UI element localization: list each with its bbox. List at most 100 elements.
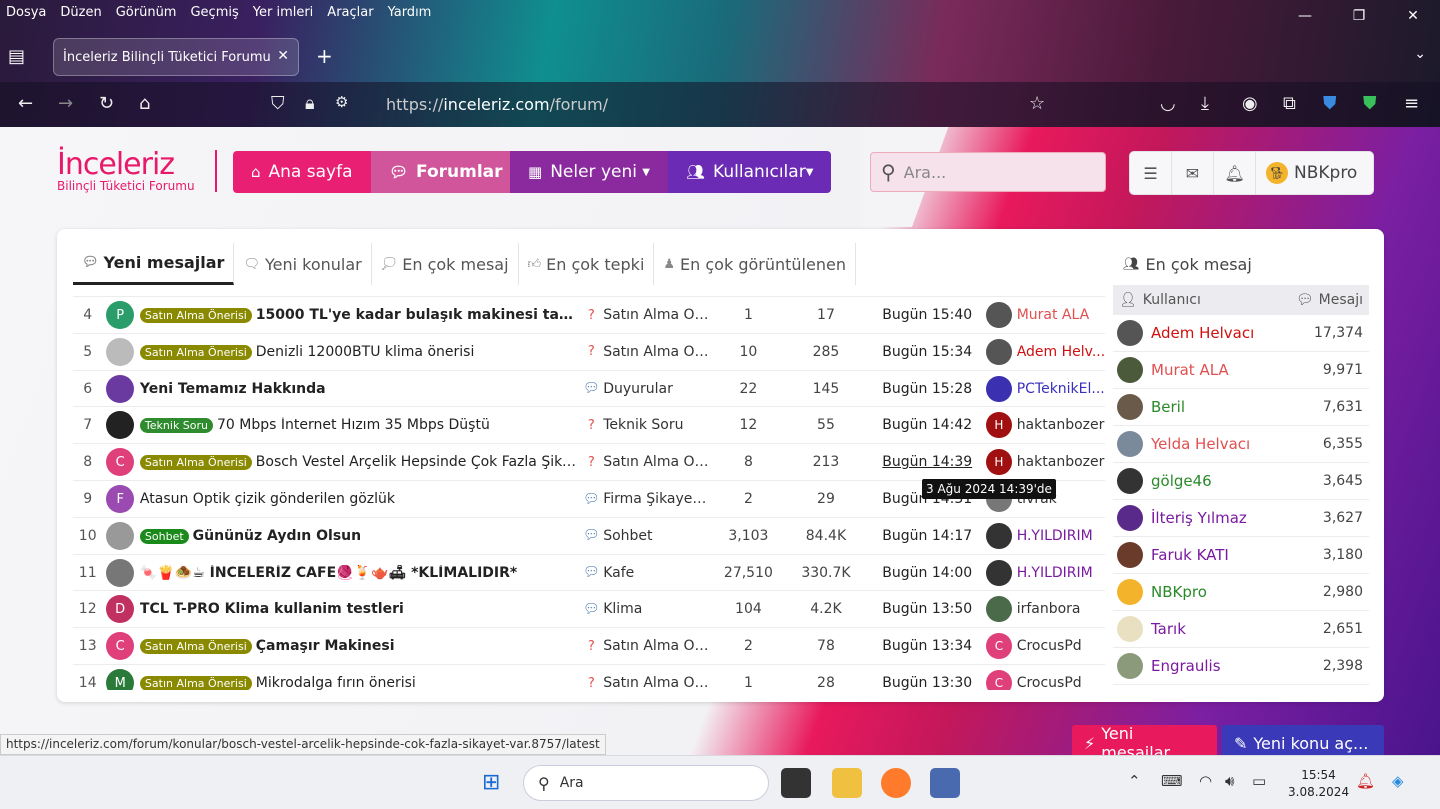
avatar[interactable]: P (106, 301, 134, 329)
forum-link[interactable]: Satın Alma Ön... (603, 675, 709, 690)
avatar[interactable]: D (106, 595, 134, 624)
avatar[interactable]: C (106, 632, 134, 661)
last-post-date[interactable]: Bugün 15:40 (864, 307, 972, 323)
clock[interactable]: 15:54 3.08.2024 (1288, 767, 1349, 801)
nav-home[interactable]: ⌂ Ana sayfa (233, 151, 371, 193)
last-post-date[interactable]: Bugün 14:00 (864, 565, 972, 581)
avatar[interactable] (106, 521, 134, 550)
wifi-icon[interactable]: ◠ (1199, 772, 1212, 790)
windows-start-icon[interactable]: ⊞ (482, 770, 500, 795)
menu-item[interactable]: Dosya (6, 5, 46, 20)
new-posts-button[interactable]: ⚡︎ Yeni mesajlar (1072, 724, 1217, 755)
menu-item[interactable]: Görünüm (116, 5, 177, 20)
forum-link[interactable]: Duyurular (603, 381, 709, 397)
thread-title-text[interactable]: Çamaşır Makinesi (256, 638, 395, 654)
close-icon[interactable]: ✕ (1386, 0, 1440, 32)
keyboard-icon[interactable]: ⌨ (1161, 772, 1183, 790)
tab-most-replies[interactable]: 💭︎ En çok mesaj (372, 243, 519, 285)
download-icon[interactable]: ⤓ (1201, 93, 1209, 114)
thread-row[interactable]: 6 Yeni Temamız Hakkında 💬︎ Duyurular 22 145 Bu… (73, 369, 1105, 407)
notification-bell-icon[interactable]: 🔔︎ (1356, 772, 1375, 790)
avatar[interactable] (1117, 394, 1143, 420)
forum-link[interactable]: Satın Alma Ön... (603, 344, 709, 360)
inbox-icon[interactable]: ✉ (1172, 151, 1214, 195)
sidebar-user-row[interactable]: İlteriş Yılmaz 3,627 (1113, 500, 1369, 537)
forum-link[interactable]: Sohbet (603, 528, 709, 544)
menu-item[interactable]: Yer imleri (253, 5, 314, 20)
avatar[interactable] (106, 374, 134, 403)
thread-title[interactable]: Yeni Temamız Hakkında (140, 381, 580, 397)
caret-down-icon[interactable]: ▼ (642, 167, 650, 178)
avatar[interactable]: C (106, 448, 134, 477)
forward-icon[interactable]: → (58, 93, 73, 114)
avatar[interactable] (106, 411, 134, 440)
forum-link[interactable]: Teknik Soru (603, 417, 709, 433)
firefox-icon[interactable] (881, 768, 911, 798)
avatar[interactable] (106, 558, 134, 587)
thread-title[interactable]: Satın Alma Önerisi Mikrodalga fırın öneri… (139, 675, 580, 690)
thread-title-text[interactable]: Yeni Temamız Hakkında (140, 381, 326, 397)
back-icon[interactable]: ← (18, 93, 33, 114)
file-explorer-icon[interactable] (832, 768, 862, 798)
thread-row[interactable]: 12 D TCL T-PRO Klima kullanim testleri 💬︎ Kl… (73, 590, 1105, 627)
restore-icon[interactable]: ❐ (1332, 0, 1386, 32)
thread-title[interactable]: 🍬🍟🧆☕ İNCELERİZ CAFE🧶🍹🫖🛋 *KLİMALIDIR* (140, 565, 580, 581)
chevron-down-icon[interactable]: ⌄ (1414, 46, 1426, 62)
last-post-date[interactable]: Bugün 14:42 (864, 417, 972, 433)
last-poster-avatar[interactable] (986, 375, 1012, 402)
bookmark-star-icon[interactable]: ☆ (1029, 93, 1045, 114)
last-poster-name[interactable]: haktanbozer (1017, 454, 1105, 470)
last-post-date[interactable]: Bugün 13:30 (864, 675, 972, 690)
new-tab-icon[interactable]: + (316, 44, 333, 68)
last-poster-name[interactable]: haktanbozer (1017, 417, 1105, 433)
tab-most-reactions[interactable]: 👍︎ En çok tepki (519, 243, 655, 285)
thread-title[interactable]: Satın Alma Önerisi 15000 TL'ye kadar bula… (139, 307, 580, 323)
forum-link[interactable]: Firma Şikayetl... (603, 491, 709, 507)
thread-row[interactable]: 11 🍬🍟🧆☕ İNCELERİZ CAFE🧶🍹🫖🛋 *KLİMALIDIR* 💬︎… (73, 553, 1105, 591)
thread-title-text[interactable]: Bosch Vestel Arçelik Hepsinde Çok Fazla … (256, 454, 580, 470)
site-logo[interactable]: İnceleriz Bilinçli Tüketici Forumu (57, 147, 195, 193)
taskbar-search[interactable]: ⚲ Ara (523, 765, 769, 801)
last-poster-name[interactable]: CrocusPd (1017, 675, 1105, 690)
avatar[interactable] (106, 337, 134, 366)
volume-icon[interactable]: 🔊︎ (1225, 772, 1234, 790)
last-poster-name[interactable]: Adem Helv... (1017, 344, 1105, 360)
sidebar-user-row[interactable]: Faruk KATI 3,180 (1113, 537, 1369, 574)
thread-prefix[interactable]: Teknik Soru (139, 418, 214, 434)
last-poster-name[interactable]: irfanbora (1017, 601, 1105, 617)
shield-icon[interactable]: ⛉ (271, 93, 285, 114)
thread-title-text[interactable]: 🍬🍟🧆☕ İNCELERİZ CAFE🧶🍹🫖🛋 *KLİMALIDIR* (140, 565, 517, 581)
account-icon[interactable]: ◉ (1242, 93, 1258, 114)
thread-prefix[interactable]: Satın Alma Önerisi (139, 676, 252, 690)
thread-row[interactable]: 4 P Satın Alma Önerisi 15000 TL'ye kadar bu… (73, 296, 1105, 333)
nav-forums[interactable]: 💬︎ Forumlar (371, 151, 510, 193)
last-poster-avatar[interactable] (986, 522, 1012, 549)
thread-prefix[interactable]: Satın Alma Önerisi (139, 455, 252, 471)
forum-link[interactable]: Satın Alma Ön... (603, 454, 709, 470)
thread-title-text[interactable]: Denizli 12000BTU klima önerisi (256, 344, 475, 360)
avatar[interactable] (1117, 357, 1143, 383)
avatar[interactable] (1117, 505, 1143, 531)
thread-title[interactable]: Satın Alma Önerisi Çamaşır Makinesi (139, 638, 580, 655)
all-tabs-icon[interactable]: ▤ (8, 46, 25, 67)
menu-item[interactable]: Yardım (388, 5, 432, 20)
thread-row[interactable]: 13 C Satın Alma Önerisi Çamaşır Makinesi? Sa… (73, 627, 1105, 664)
sidebar-user-row[interactable]: Tarık 2,651 (1113, 611, 1369, 648)
sidebar-user-name[interactable]: Murat ALA (1151, 361, 1229, 379)
sidebar-user-name[interactable]: Adem Helvacı (1151, 324, 1254, 342)
avatar[interactable] (1117, 579, 1143, 605)
menu-item[interactable]: Düzen (60, 5, 101, 20)
paint-app-icon[interactable] (930, 768, 960, 798)
thread-title-text[interactable]: Mikrodalga fırın önerisi (256, 675, 416, 690)
browser-tab[interactable]: İnceleriz Bilinçli Tüketici Forumu ✕ (53, 38, 299, 76)
thread-row[interactable]: 10 Sohbet Gününüz Aydın Olsun 💬︎ Sohbet 3,103… (73, 516, 1105, 554)
last-poster-name[interactable]: PCTeknikEl... (1017, 381, 1105, 397)
new-thread-button[interactable]: ✎ Yeni konu aç... (1222, 725, 1384, 755)
thread-prefix[interactable]: Satın Alma Önerisi (139, 308, 252, 323)
thread-title[interactable]: Sohbet Gününüz Aydın Olsun (139, 528, 580, 544)
avatar[interactable] (1117, 542, 1143, 568)
last-poster-avatar[interactable] (986, 559, 1012, 586)
sidebar-user-row[interactable]: Adem Helvacı 17,374 (1113, 315, 1369, 352)
last-post-date[interactable]: Bugün 13:34 (864, 638, 972, 654)
last-poster-avatar[interactable]: C (986, 670, 1012, 690)
